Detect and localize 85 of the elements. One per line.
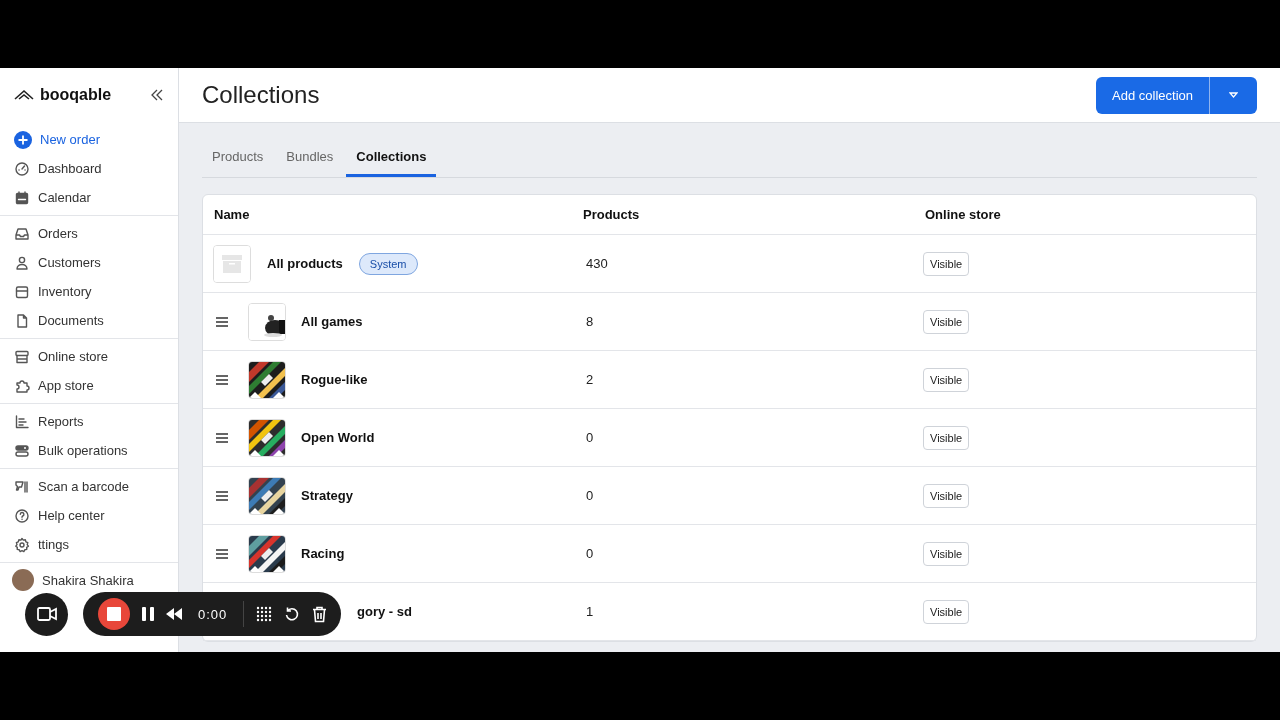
rewind-icon: [166, 608, 182, 620]
product-count: 0: [585, 546, 595, 561]
sidebar-item[interactable]: Scan a barcode: [0, 472, 178, 501]
column-header: Products: [582, 207, 641, 222]
visibility-tag[interactable]: Visible: [923, 599, 970, 624]
avatar: [12, 569, 34, 591]
product-count: 0: [585, 430, 595, 445]
page-title: Collections: [202, 81, 320, 109]
tab[interactable]: Collections: [346, 139, 437, 177]
gauge-icon: [14, 160, 30, 177]
collection-name: All games: [301, 314, 363, 329]
collection-name: Rogue-like: [301, 372, 368, 387]
pause-icon: [142, 607, 154, 621]
inbox-icon: [14, 225, 30, 242]
product-count: 430: [585, 256, 609, 271]
dropdown-button[interactable]: [1209, 76, 1257, 114]
caret-icon: [1229, 92, 1238, 98]
drag-handle-icon[interactable]: [216, 548, 228, 559]
store-icon: [14, 348, 30, 365]
sidebar-item[interactable]: Orders: [0, 219, 178, 248]
user-name: Shakira Shakira: [42, 572, 134, 588]
product-count: 1: [585, 604, 595, 619]
document-icon: [14, 312, 30, 329]
trash-icon: [312, 605, 328, 623]
sidebar-item[interactable]: Bulk operations: [0, 436, 178, 465]
box-icon: [14, 283, 30, 300]
column-header: Name: [213, 207, 251, 222]
dot-grid-icon: [256, 606, 273, 622]
plus-icon: [14, 130, 32, 149]
collection-name: Strategy: [301, 488, 354, 503]
box-icon: [213, 244, 251, 283]
sidebar-item[interactable]: New order: [0, 125, 178, 154]
visibility-tag[interactable]: Visible: [923, 483, 970, 508]
sidebar-item[interactable]: Customers: [0, 248, 178, 277]
settings-icon: [14, 536, 30, 553]
visibility-tag[interactable]: Visible: [923, 309, 970, 334]
visibility-tag[interactable]: Visible: [923, 541, 970, 566]
sidebar-item[interactable]: Dashboard: [0, 154, 178, 183]
pause-button[interactable]: [142, 607, 154, 621]
drag-handle-icon[interactable]: [216, 374, 228, 385]
drag-handle-icon[interactable]: [216, 490, 228, 501]
logo-icon: [14, 89, 34, 101]
visibility-tag[interactable]: Visible: [923, 251, 970, 276]
stop-button[interactable]: [98, 598, 130, 630]
brand-name: booqable: [40, 86, 113, 104]
sidebar-item[interactable]: Reports: [0, 407, 178, 436]
grid-button[interactable]: [256, 606, 273, 622]
add-collection-button[interactable]: Add collection: [1096, 76, 1209, 114]
product-count: 8: [585, 314, 595, 329]
sidebar-item[interactable]: App store: [0, 371, 178, 400]
tab[interactable]: Products: [202, 139, 274, 177]
puzzle-icon: [14, 377, 30, 394]
sidebar-item[interactable]: Online store: [0, 342, 178, 371]
sidebar-item[interactable]: Inventory: [0, 277, 178, 306]
rewind-button[interactable]: [166, 608, 182, 620]
undo-icon: [284, 606, 301, 622]
drag-handle-icon[interactable]: [216, 432, 228, 443]
help-icon: [14, 507, 30, 524]
tab[interactable]: Bundles: [276, 139, 344, 177]
toggle-icon: [14, 442, 30, 459]
visibility-tag[interactable]: Visible: [923, 425, 970, 450]
product-count: 2: [585, 372, 595, 387]
stop-icon: [107, 607, 121, 621]
sidebar-item[interactable]: Calendar: [0, 183, 178, 212]
collection-name: Racing: [301, 546, 345, 561]
product-count: 0: [585, 488, 595, 503]
system-badge: System: [358, 252, 418, 275]
sidebar-item[interactable]: Documents: [0, 306, 178, 335]
restart-button[interactable]: [284, 606, 301, 622]
collection-name: gory - sd: [357, 604, 412, 619]
visibility-tag[interactable]: Visible: [923, 367, 970, 392]
collapse-icon[interactable]: [150, 89, 164, 101]
column-header: Online store: [924, 207, 1002, 222]
timer: 0:00: [198, 606, 228, 622]
bar-chart-icon: [14, 413, 30, 430]
sidebar-item[interactable]: ttings: [0, 530, 178, 559]
calendar-icon: [14, 189, 30, 206]
delete-button[interactable]: [312, 605, 328, 623]
sidebar-item[interactable]: Help center: [0, 501, 178, 530]
drag-handle-icon[interactable]: [216, 316, 228, 327]
user-icon: [14, 254, 30, 271]
collection-name: Open World: [301, 430, 375, 445]
scanner-icon: [14, 478, 30, 495]
video-camera-icon: [36, 607, 57, 621]
collection-name: All products: [267, 256, 343, 271]
